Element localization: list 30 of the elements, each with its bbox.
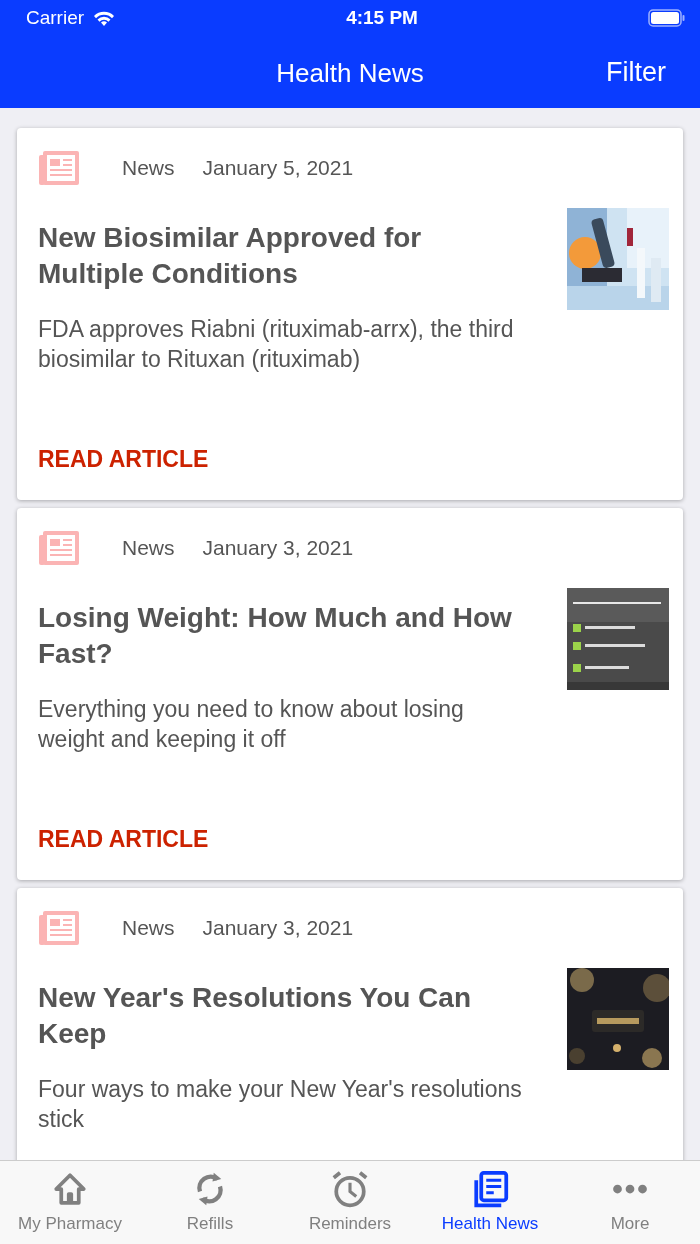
tab-item[interactable]: Health News	[420, 1161, 560, 1244]
wifi-icon	[92, 9, 117, 27]
newspaper-icon	[38, 530, 80, 566]
category-label: News	[122, 915, 175, 942]
tab-item[interactable]: More	[560, 1161, 700, 1244]
article-summary: Everything you need to know about losing weight and keeping it off	[38, 695, 465, 754]
article-title: New Biosimilar Approved for Multiple Conditions	[38, 221, 423, 291]
tab-item[interactable]: Reminders	[280, 1161, 420, 1244]
newspaper-icon	[38, 910, 80, 946]
newspaper-icon	[38, 150, 80, 186]
category-label: News	[122, 155, 175, 182]
time-text: 4:15 PM	[346, 5, 418, 30]
tab-item[interactable]: My Pharmacy	[0, 1161, 140, 1244]
tab-item[interactable]: Refills	[140, 1161, 280, 1244]
article-summary: Four ways to make your New Year's resolutions stick	[38, 1075, 523, 1134]
read-article-link[interactable]: READ ARTICLE	[38, 822, 209, 857]
carrier-text: Carrier	[26, 5, 85, 30]
read-article-link[interactable]: READ ARTICLE	[38, 442, 209, 477]
battery-icon	[648, 9, 686, 27]
date-text: January 3, 2021	[202, 915, 354, 942]
date-text: January 3, 2021	[202, 535, 354, 562]
more-icon	[610, 1184, 650, 1194]
alarm-clock-icon	[330, 1169, 370, 1209]
nav-title: Health News	[276, 57, 424, 90]
date-text: January 5, 2021	[202, 155, 354, 182]
article-summary: FDA approves Riabni (rituximab-arrx), the third biosimilar to Rituxan (rituximab)	[38, 315, 515, 374]
filter-button[interactable]: Filter	[606, 52, 666, 93]
article-title: New Year's Resolutions You Can Keep	[38, 981, 472, 1051]
category-label: News	[122, 535, 175, 562]
article-title: Losing Weight: How Much and How Fast?	[38, 601, 513, 671]
